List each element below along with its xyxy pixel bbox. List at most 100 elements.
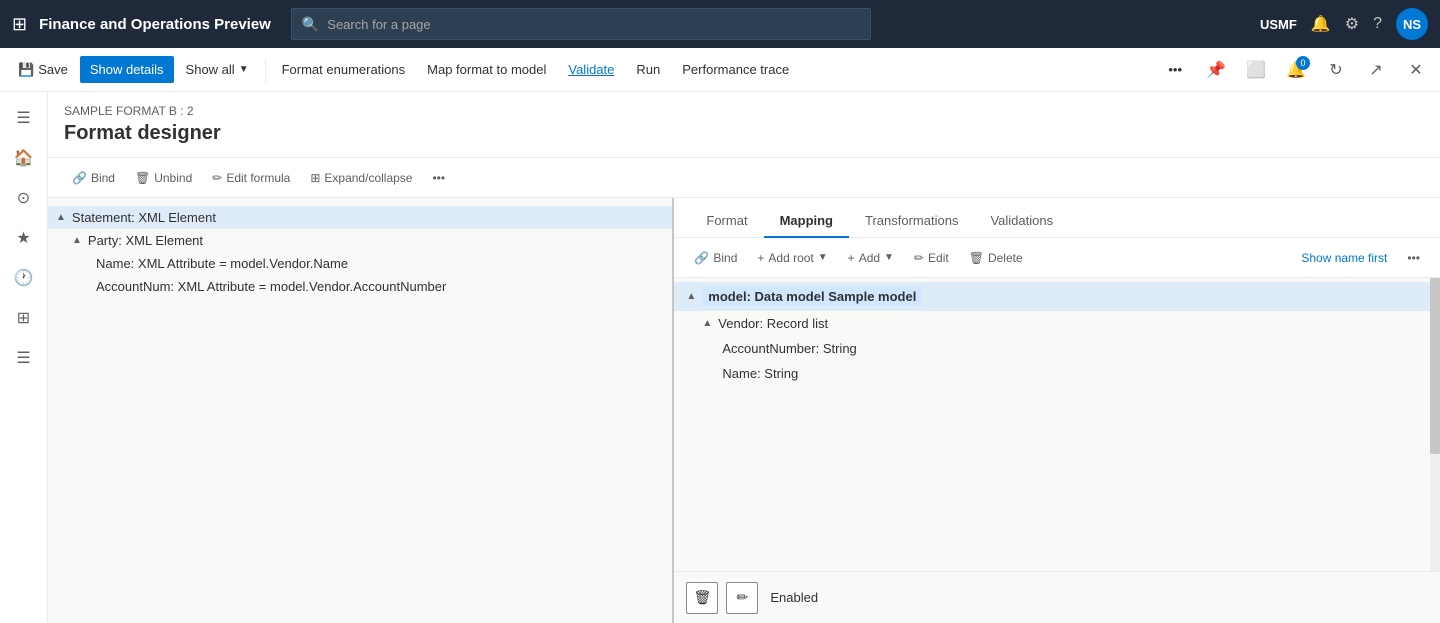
tree-item-label-statement: Statement: XML Element [72,210,216,225]
bind-button[interactable]: 🔗 Bind [64,167,123,189]
sidebar-list-button[interactable]: ☰ [6,340,42,376]
more-button[interactable]: ••• [1158,56,1192,83]
unbind-button[interactable]: 🗑 Unbind [127,167,200,189]
tree-arrow-party[interactable]: ▲ [72,235,82,246]
breadcrumb: SAMPLE FORMAT B : 2 [64,104,1424,118]
mapping-tree: ▲ model: Data model Sample model ▲ Vendo… [674,278,1440,571]
bottom-edit-button[interactable]: ✏ [726,582,758,614]
notifications-badge: 0 [1296,56,1310,70]
format-enumerations-button[interactable]: Format enumerations [272,56,416,83]
search-input[interactable] [327,17,860,32]
format-tree-pane: ▲ Statement: XML Element ▲ Party: XML El… [48,198,674,623]
sidebar-recent-button[interactable]: 🕐 [6,260,42,296]
tree-item-statement[interactable]: ▲ Statement: XML Element [48,206,672,229]
notification-icon[interactable]: 🔔 [1311,14,1331,34]
edit-button[interactable]: ✏ Edit [906,247,957,269]
mapping-arrow-model[interactable]: ▲ [686,291,696,302]
mapping-more-button[interactable]: ••• [1399,247,1428,269]
page-title: Format designer [64,122,1424,145]
sub-more-button[interactable]: ••• [424,167,453,189]
search-bar: 🔍 [291,8,871,40]
map-format-to-model-button[interactable]: Map format to model [417,56,556,83]
bind-icon: 🔗 [72,171,87,185]
close-button[interactable]: ✕ [1400,54,1432,86]
tree-arrow-statement[interactable]: ▲ [56,212,66,223]
expand-collapse-button[interactable]: ⊞ Expand/collapse [302,167,420,189]
command-bar: 💾 Save Show details Show all ▼ Format en… [0,48,1440,92]
mapping-item-vendor[interactable]: ▲ Vendor: Record list [674,311,1440,336]
tree-item-party[interactable]: ▲ Party: XML Element [48,229,672,252]
notifications-button[interactable]: 🔔 0 [1280,54,1312,86]
delete-button[interactable]: 🗑 Delete [961,247,1031,269]
sidebar: ☰ 🏠 ⊙ ★ 🕐 ⊞ ☰ [0,92,48,623]
tree-item-label-party: Party: XML Element [88,233,203,248]
show-all-button[interactable]: Show all ▼ [176,56,259,83]
validate-button[interactable]: Validate [558,56,624,83]
refresh-button[interactable]: ↻ [1320,54,1352,86]
show-all-chevron-icon: ▼ [239,64,249,75]
sidebar-menu-button[interactable]: ☰ [6,100,42,136]
sidebar-table-button[interactable]: ⊞ [6,300,42,336]
tab-format[interactable]: Format [690,205,763,238]
mapping-arrow-vendor[interactable]: ▲ [702,318,712,329]
sidebar-home-button[interactable]: 🏠 [6,140,42,176]
edit-formula-button[interactable]: ✏ Edit formula [204,167,298,189]
show-details-button[interactable]: Show details [80,56,174,83]
mapping-item-name[interactable]: Name: String [674,361,1440,386]
bottom-delete-button[interactable]: 🗑 [686,582,718,614]
expand-icon: ⊞ [310,171,320,185]
open-external-button[interactable]: ↗ [1360,54,1392,86]
save-icon: 💾 [18,62,34,78]
bottom-status: Enabled [770,590,818,605]
mapping-label-vendor: Vendor: Record list [718,316,828,331]
pencil-icon: ✏ [212,171,222,185]
tab-mapping[interactable]: Mapping [764,205,849,238]
settings-icon[interactable]: ⚙ [1345,14,1359,34]
delete-icon: 🗑 [969,251,984,265]
tree-item-label-name: Name: XML Attribute = model.Vendor.Name [96,256,348,271]
split-pane: ▲ Statement: XML Element ▲ Party: XML El… [48,198,1440,623]
page-header: SAMPLE FORMAT B : 2 Format designer [48,92,1440,158]
mapping-pane: Format Mapping Transformations Validatio… [674,198,1440,623]
add-root-button[interactable]: + Add root ▼ [749,247,835,269]
cmd-right: ••• 📌 ⬜ 🔔 0 ↻ ↗ ✕ [1158,54,1432,86]
app-title: Finance and Operations Preview [39,16,271,33]
mapping-item-model[interactable]: ▲ model: Data model Sample model [674,282,1440,311]
tab-bar: Format Mapping Transformations Validatio… [674,198,1440,238]
mapping-label-accountnumber: AccountNumber: String [722,341,856,356]
run-button[interactable]: Run [626,56,670,83]
sidebar-favorites-button[interactable]: ★ [6,220,42,256]
help-icon[interactable]: ? [1373,15,1382,33]
sub-toolbar: 🔗 Bind 🗑 Unbind ✏ Edit formula ⊞ Expand/… [48,158,1440,198]
mapping-item-accountnumber[interactable]: AccountNumber: String [674,336,1440,361]
show-name-first-button[interactable]: Show name first [1293,247,1395,269]
performance-trace-button[interactable]: Performance trace [672,56,799,83]
mapping-bind-button[interactable]: 🔗 Bind [686,247,745,269]
tab-validations[interactable]: Validations [974,205,1069,238]
tree-item-name[interactable]: Name: XML Attribute = model.Vendor.Name [48,252,672,275]
content-area: SAMPLE FORMAT B : 2 Format designer 🔗 Bi… [48,92,1440,623]
unbind-icon: 🗑 [135,171,150,185]
bottom-pane: 🗑 ✏ Enabled [674,571,1440,623]
bottom-edit-icon: ✏ [737,589,749,606]
save-button[interactable]: 💾 Save [8,56,78,84]
scrollbar-track[interactable] [1430,278,1440,571]
env-label: USMF [1260,17,1297,32]
mapping-label-name: Name: String [722,366,798,381]
scrollbar-thumb[interactable] [1430,278,1440,454]
tab-transformations[interactable]: Transformations [849,205,974,238]
avatar[interactable]: NS [1396,8,1428,40]
add-root-icon: + [757,251,764,265]
mapping-toolbar: 🔗 Bind + Add root ▼ + Add ▼ ✏ [674,238,1440,278]
add-button[interactable]: + Add ▼ [840,247,902,269]
main-layout: ☰ 🏠 ⊙ ★ 🕐 ⊞ ☰ SAMPLE FORMAT B : 2 Format… [0,92,1440,623]
tree-item-accountnum[interactable]: AccountNum: XML Attribute = model.Vendor… [48,275,672,298]
mapping-label-model: model: Data model Sample model [702,287,922,306]
pinned-icon-button[interactable]: 📌 [1200,54,1232,86]
app-grid-icon[interactable]: ⊞ [12,14,27,35]
panel-icon-button[interactable]: ⬜ [1240,54,1272,86]
bottom-delete-icon: 🗑 [694,589,712,606]
search-icon: 🔍 [302,16,319,33]
sidebar-filter-button[interactable]: ⊙ [6,180,42,216]
add-chevron: ▼ [884,252,894,263]
